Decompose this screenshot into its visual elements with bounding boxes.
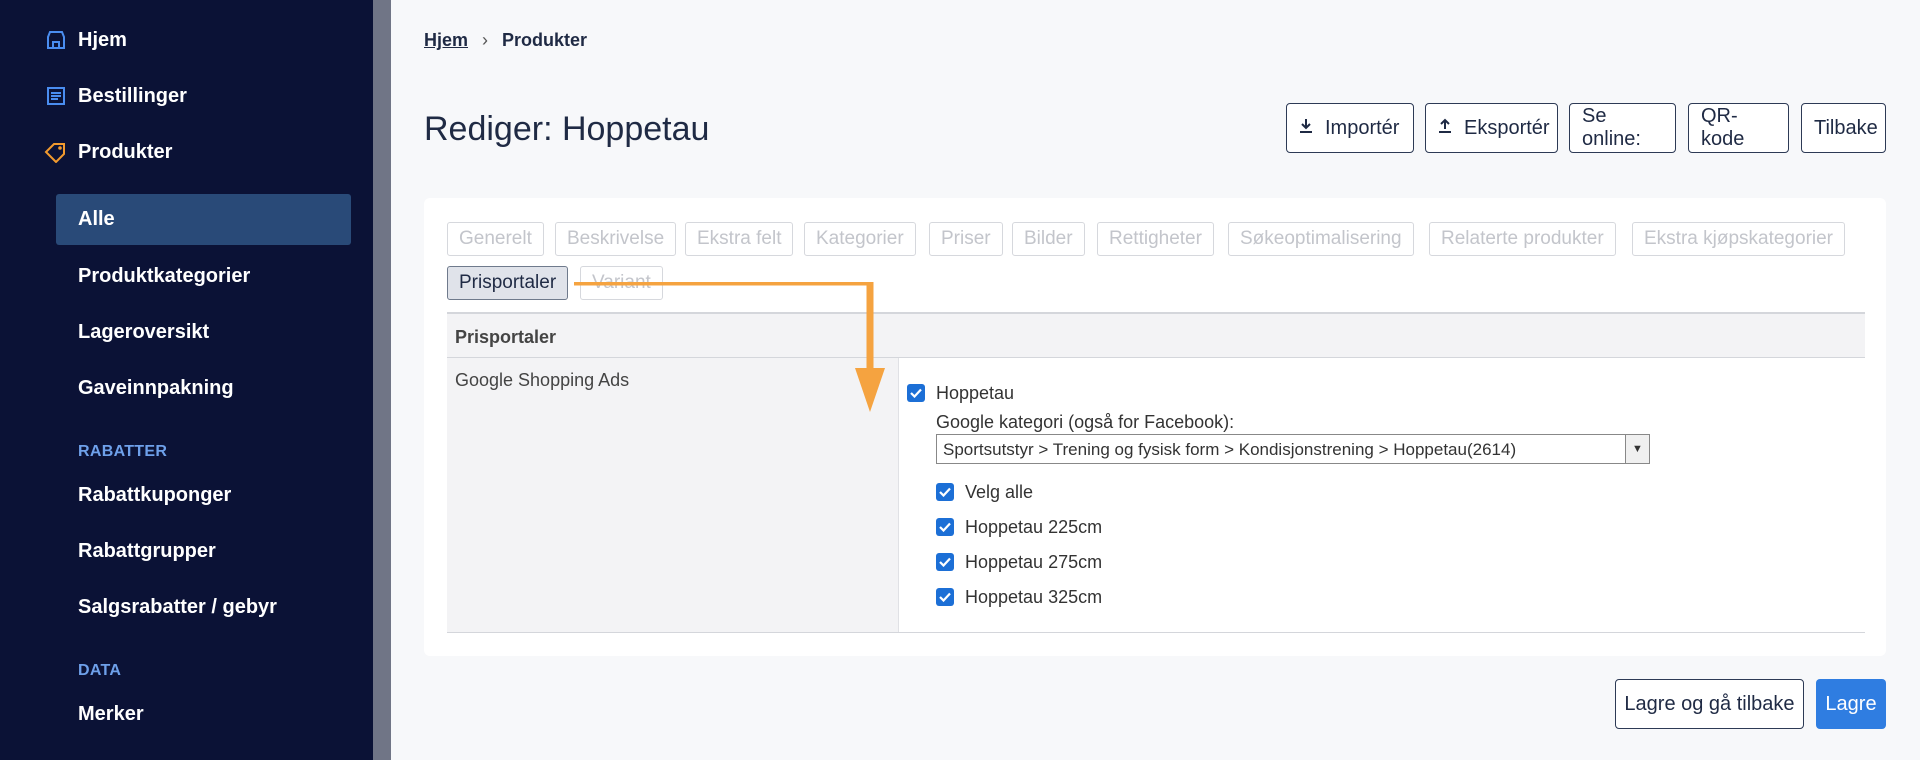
import-label: Importér (1325, 116, 1400, 139)
section-header-label: Prisportaler (455, 327, 557, 347)
page-title: Rediger: Hoppetau (424, 110, 710, 148)
export-button[interactable]: Eksportér (1425, 103, 1558, 153)
list-icon (44, 84, 68, 108)
nav-gift-wrap[interactable]: Gaveinnpakning (78, 377, 234, 400)
nav-products-label: Produkter (78, 140, 173, 163)
tag-icon (44, 140, 68, 164)
breadcrumb-home[interactable]: Hjem (424, 30, 468, 51)
export-label: Eksportér (1464, 116, 1550, 139)
nav-stock-overview[interactable]: Lageroversikt (78, 321, 209, 344)
upload-icon (1438, 118, 1452, 138)
nav-orders-label: Bestillinger (78, 84, 187, 107)
annotation-arrow (574, 282, 885, 412)
variant-checkbox-275[interactable] (936, 553, 954, 571)
nav-all-label: Alle (78, 208, 115, 230)
nav-brands[interactable]: Merker (78, 703, 144, 726)
import-button[interactable]: Importér (1286, 103, 1414, 153)
section-data: DATA (78, 662, 122, 679)
tab-kategorier[interactable]: Kategorier (804, 222, 916, 256)
nav-all-products[interactable]: Alle (56, 194, 351, 245)
qr-code-button[interactable]: QR-kode (1688, 103, 1789, 153)
tab-prisportaler[interactable]: Prisportaler (447, 266, 569, 300)
tab-relaterte-produkter[interactable]: Relaterte produkter (1429, 222, 1616, 256)
save-button[interactable]: Lagre (1816, 679, 1886, 729)
tab-generelt[interactable]: Generelt (447, 222, 544, 256)
tab-ekstra-kjopskategorier[interactable]: Ekstra kjøpskategorier (1632, 222, 1846, 256)
breadcrumb-current: Produkter (502, 30, 588, 50)
variant-label-275: Hoppetau 275cm (965, 552, 1103, 572)
download-icon (1299, 118, 1313, 138)
breadcrumb: Hjem › Produkter (424, 30, 587, 51)
sidebar-divider (373, 0, 391, 760)
google-category-value: Sportsutstyr > Trening og fysisk form > … (943, 440, 1517, 459)
select-all-checkbox[interactable] (936, 483, 954, 501)
hoppetau-checkbox[interactable] (907, 384, 925, 402)
store-icon (44, 28, 68, 52)
table-bottom-border (447, 632, 1865, 633)
nav-home[interactable]: Hjem (44, 28, 127, 52)
nav-coupons[interactable]: Rabattkuponger (78, 484, 231, 507)
chevron-right-icon: › (482, 30, 489, 50)
nav-products[interactable]: Produkter (44, 140, 172, 164)
view-online-button[interactable]: Se online: (1569, 103, 1676, 153)
tab-beskrivelse[interactable]: Beskrivelse (555, 222, 677, 256)
tab-bilder[interactable]: Bilder (1012, 222, 1085, 256)
nav-discount-groups[interactable]: Rabattgrupper (78, 540, 216, 563)
section-discounts: RABATTER (78, 443, 168, 460)
variant-label-325: Hoppetau 325cm (965, 587, 1103, 607)
google-category-label: Google kategori (også for Facebook): (936, 412, 1235, 432)
tab-sokeoptimalisering[interactable]: Søkeoptimalisering (1228, 222, 1414, 256)
save-and-back-button[interactable]: Lagre og gå tilbake (1615, 679, 1804, 729)
select-all-label: Velg alle (965, 482, 1034, 502)
nav-product-categories[interactable]: Produktkategorier (78, 265, 250, 288)
google-category-select[interactable]: Sportsutstyr > Trening og fysisk form > … (936, 434, 1650, 464)
nav-orders[interactable]: Bestillinger (44, 84, 187, 108)
nav-home-label: Hjem (78, 28, 127, 51)
back-button[interactable]: Tilbake (1801, 103, 1886, 153)
tab-priser[interactable]: Priser (929, 222, 1003, 256)
variant-checkbox-325[interactable] (936, 588, 954, 606)
nav-sales-discounts[interactable]: Salgsrabatter / gebyr (78, 596, 277, 619)
chevron-down-icon: ▼ (1625, 435, 1649, 463)
tab-rettigheter[interactable]: Rettigheter (1097, 222, 1214, 256)
tab-ekstra-felt[interactable]: Ekstra felt (685, 222, 794, 256)
sidebar: Hjem Bestillinger Produkter Alle Produkt… (0, 0, 373, 760)
variant-checkbox-225[interactable] (936, 518, 954, 536)
variant-label-225: Hoppetau 225cm (965, 517, 1103, 537)
hoppetau-checkbox-label: Hoppetau (936, 383, 1015, 403)
